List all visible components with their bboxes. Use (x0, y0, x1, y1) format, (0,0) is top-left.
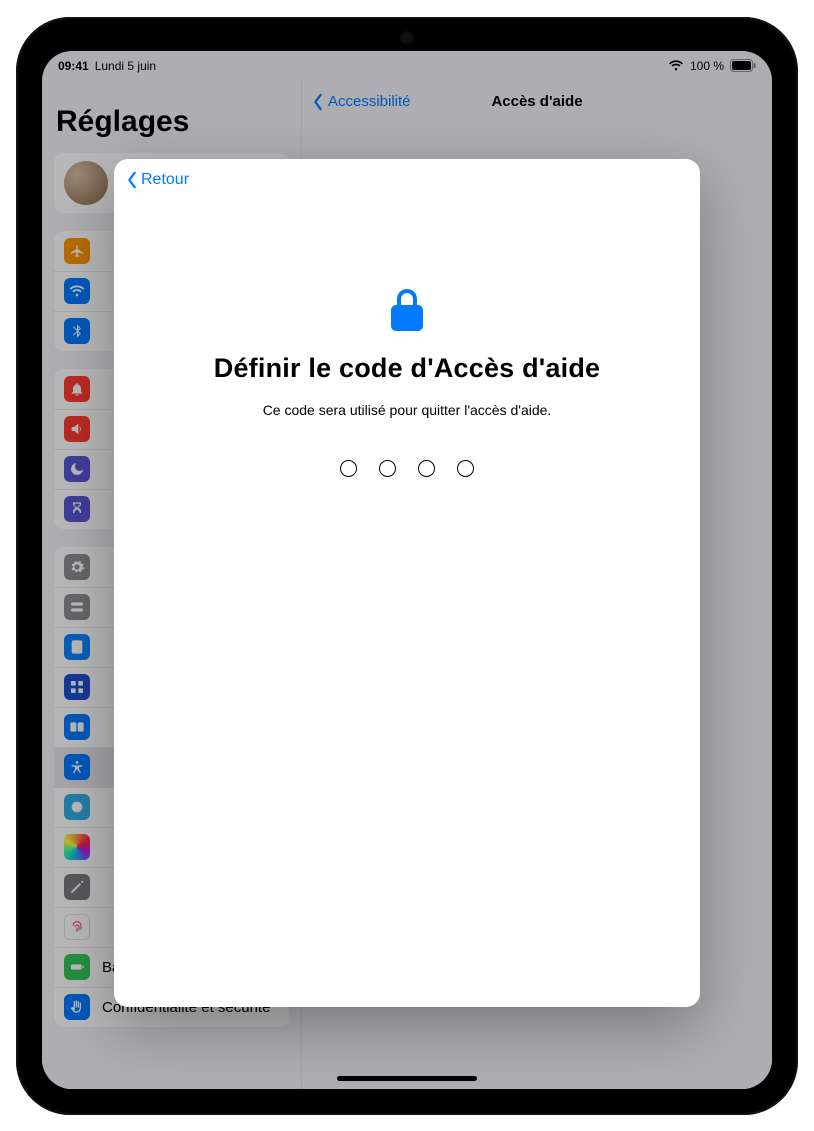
status-bar: 09:41 Lundi 5 juin 100 % (42, 51, 772, 79)
passcode-input[interactable] (114, 460, 700, 477)
passcode-dot (340, 460, 357, 477)
screen: 09:41 Lundi 5 juin 100 % Réglages (42, 51, 772, 1089)
passcode-modal: Retour Définir le code d'Accès d'aide Ce… (114, 159, 700, 1007)
modal-back-button[interactable]: Retour (126, 171, 189, 189)
battery-icon (730, 59, 756, 72)
modal-subtitle: Ce code sera utilisé pour quitter l'accè… (114, 402, 700, 418)
battery-percent: 100 % (690, 59, 724, 73)
lock-icon (114, 287, 700, 333)
modal-nav: Retour (114, 159, 700, 201)
modal-back-label: Retour (141, 171, 189, 189)
status-date: Lundi 5 juin (95, 59, 156, 73)
status-time: 09:41 (58, 59, 89, 73)
modal-title: Définir le code d'Accès d'aide (114, 353, 700, 384)
passcode-dot (379, 460, 396, 477)
home-indicator[interactable] (337, 1076, 477, 1081)
front-camera (402, 33, 412, 43)
passcode-dot (457, 460, 474, 477)
wifi-icon (668, 60, 684, 72)
passcode-dot (418, 460, 435, 477)
ipad-frame: 09:41 Lundi 5 juin 100 % Réglages (16, 17, 798, 1115)
